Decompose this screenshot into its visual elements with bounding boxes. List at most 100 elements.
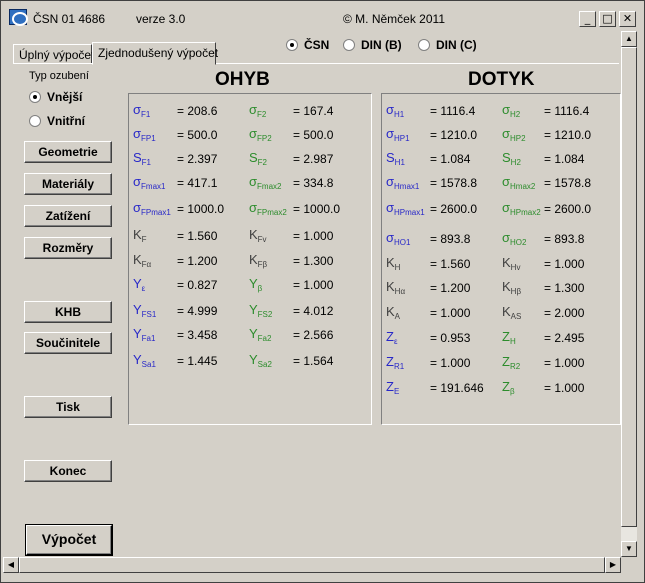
vertical-scroll-thumb[interactable] — [621, 47, 637, 527]
scroll-left-icon[interactable]: ◀ — [3, 557, 19, 573]
ohyb-symbol: YFS2 — [249, 302, 273, 319]
dotyk-symbol: ZH — [502, 329, 516, 346]
ohyb-heading: OHYB — [215, 69, 270, 90]
ohyb-symbol: σFPmax2 — [249, 200, 287, 217]
dotyk-value: = 2.000 — [544, 306, 585, 320]
title-bar: ČSN 01 4686 verze 3.0 © M. Němček 2011 _… — [3, 3, 642, 30]
horizontal-scrollbar[interactable]: ◀ ▶ — [3, 557, 621, 573]
maximize-icon[interactable]: □ — [599, 11, 616, 27]
ohyb-symbol: σFmax1 — [133, 174, 166, 191]
ohyb-symbol: KFβ — [249, 252, 268, 269]
dotyk-heading: DOTYK — [468, 69, 535, 90]
ohyb-symbol: KFv — [249, 227, 267, 244]
dotyk-value: = 1.084 — [544, 152, 585, 166]
dotyk-value: = 893.8 — [430, 232, 471, 246]
dotyk-value: = 1.000 — [544, 356, 585, 370]
materialy-button[interactable]: Materiály — [24, 173, 112, 195]
ohyb-value: = 167.4 — [293, 104, 334, 118]
ohyb-symbol: σF1 — [133, 102, 151, 119]
ohyb-value: = 500.0 — [177, 128, 218, 142]
dotyk-value: = 1210.0 — [544, 128, 592, 142]
app-window: ČSN 01 4686 verze 3.0 © M. Němček 2011 _… — [0, 0, 645, 583]
dotyk-symbol: σHmax1 — [386, 174, 420, 191]
ohyb-value: = 3.458 — [177, 328, 218, 342]
ohyb-value: = 4.999 — [177, 304, 218, 318]
geometrie-button[interactable]: Geometrie — [24, 141, 112, 163]
scroll-down-icon[interactable]: ▼ — [621, 541, 637, 557]
dotyk-symbol: σH2 — [502, 102, 521, 119]
ohyb-symbol: SF1 — [133, 150, 152, 167]
radio-vnitrni[interactable]: Vnitřní — [29, 114, 85, 128]
ohyb-panel: σF1 = 208.6 σF2 = 167.4 σFP1 = 500.0 σFP2 = 500… — [128, 93, 372, 425]
rozmery-button[interactable]: Rozměry — [24, 237, 112, 259]
ohyb-value: = 1.000 — [293, 278, 334, 292]
ohyb-value: = 0.827 — [177, 278, 218, 292]
radio-icon — [418, 39, 430, 51]
dotyk-symbol: Zε — [386, 329, 398, 346]
zatizeni-button[interactable]: Zatížení — [24, 205, 112, 227]
khb-button[interactable]: KHB — [24, 301, 112, 323]
ohyb-value: = 417.1 — [177, 176, 218, 190]
dotyk-symbol: ZE — [386, 379, 400, 396]
radio-vnejsi[interactable]: Vnější — [29, 90, 82, 104]
dotyk-value: = 1.000 — [430, 356, 471, 370]
tisk-button[interactable]: Tisk — [24, 396, 112, 418]
dotyk-value: = 1.084 — [430, 152, 471, 166]
ohyb-symbol: YSa1 — [133, 352, 156, 369]
ohyb-value: = 4.012 — [293, 304, 334, 318]
ohyb-value: = 1.200 — [177, 254, 218, 268]
scroll-up-icon[interactable]: ▲ — [621, 31, 637, 47]
ohyb-value: = 1.445 — [177, 354, 218, 368]
ohyb-value: = 208.6 — [177, 104, 218, 118]
version-label: verze 3.0 — [136, 12, 186, 26]
dotyk-symbol: σH1 — [386, 102, 405, 119]
tab-uplny-vypocet[interactable]: Úplný výpočet — [13, 44, 94, 64]
vertical-scrollbar[interactable]: ▲ ▼ — [621, 31, 637, 557]
dotyk-value: = 0.953 — [430, 331, 471, 345]
dotyk-value: = 1.560 — [430, 257, 471, 271]
radio-selected-icon — [286, 39, 298, 51]
dotyk-value: = 1578.8 — [544, 176, 592, 190]
tab-zjednoduseny-vypocet[interactable]: Zjednodušený výpočet — [92, 42, 218, 65]
ohyb-symbol: Yβ — [249, 276, 263, 293]
dotyk-symbol: σHO1 — [386, 230, 411, 247]
window-title: ČSN 01 4686 — [33, 12, 106, 26]
ohyb-symbol: σFP2 — [249, 126, 272, 143]
ohyb-symbol: YFS1 — [133, 302, 157, 319]
ohyb-value: = 500.0 — [293, 128, 334, 142]
minimize-icon[interactable]: _ — [579, 11, 596, 27]
horizontal-scroll-thumb[interactable] — [19, 557, 605, 573]
dotyk-value: = 1.200 — [430, 281, 471, 295]
dotyk-value: = 191.646 — [430, 381, 484, 395]
ohyb-symbol: YFa2 — [249, 326, 272, 343]
dotyk-symbol: KH — [386, 255, 401, 272]
ohyb-value: = 2.397 — [177, 152, 218, 166]
ohyb-value: = 1.300 — [293, 254, 334, 268]
dotyk-value: = 2600.0 — [430, 202, 478, 216]
dotyk-symbol: KHv — [502, 255, 521, 272]
radio-din-c[interactable]: DIN (C) — [418, 38, 477, 52]
scroll-right-icon[interactable]: ▶ — [605, 557, 621, 573]
dotyk-panel: σH1 = 1116.4 σH2 = 1116.4 σHP1 = 1210.0 σHP2 = … — [381, 93, 621, 425]
ohyb-value: = 1.000 — [293, 229, 334, 243]
dotyk-symbol: KHα — [386, 279, 406, 296]
ohyb-symbol: Yε — [133, 276, 146, 293]
ohyb-symbol: σFP1 — [133, 126, 156, 143]
ohyb-symbol: KFα — [133, 252, 152, 269]
ohyb-value: = 1000.0 — [177, 202, 225, 216]
konec-button[interactable]: Konec — [24, 460, 112, 482]
ohyb-value: = 1.564 — [293, 354, 334, 368]
dotyk-symbol: KA — [386, 304, 401, 321]
ohyb-symbol: σFmax2 — [249, 174, 282, 191]
close-icon[interactable]: ✕ — [619, 11, 636, 27]
author-label: © M. Němček 2011 — [343, 12, 445, 26]
dotyk-symbol: σHmax2 — [502, 174, 536, 191]
soucinitele-button[interactable]: Součinitele — [24, 332, 112, 354]
dotyk-value: = 1.000 — [544, 381, 585, 395]
vypocet-button[interactable]: Výpočet — [26, 525, 112, 555]
dotyk-value: = 1.300 — [544, 281, 585, 295]
radio-csn[interactable]: ČSN — [286, 38, 329, 52]
dotyk-symbol: ZR1 — [386, 354, 405, 371]
dotyk-symbol: σHPmax1 — [386, 200, 425, 217]
radio-din-b[interactable]: DIN (B) — [343, 38, 402, 52]
